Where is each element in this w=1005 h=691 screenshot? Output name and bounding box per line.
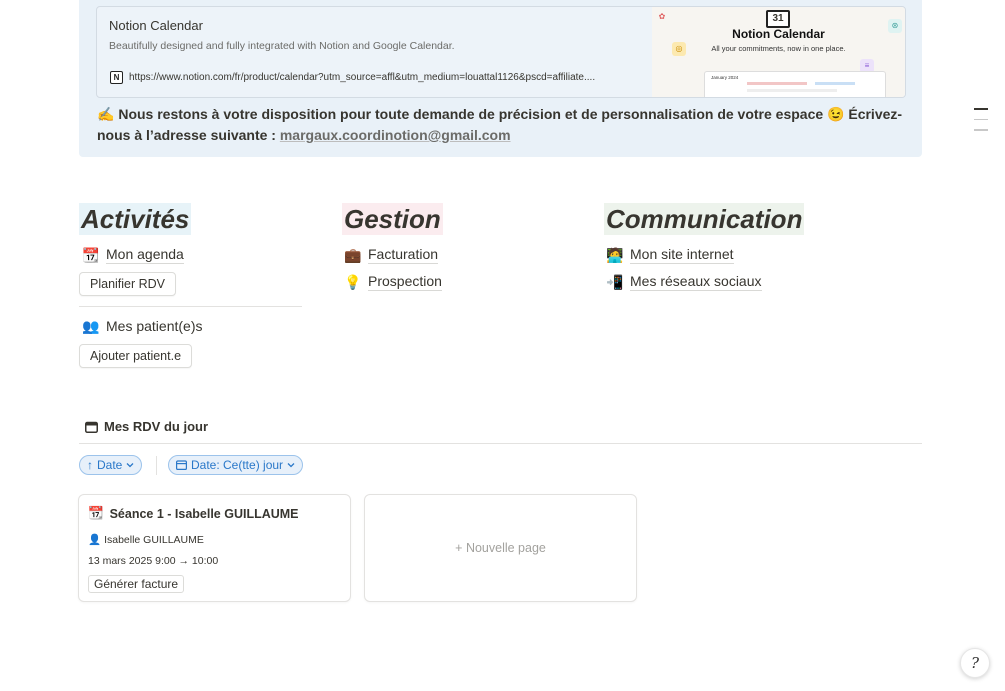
chip-separator bbox=[156, 456, 157, 475]
calendar-icon bbox=[176, 460, 187, 470]
new-page-label: Nouvelle page bbox=[465, 541, 546, 555]
calendar-view-icon bbox=[85, 421, 98, 433]
database-title[interactable]: Mes RDV du jour bbox=[85, 419, 208, 434]
bookmark-url: https://www.notion.com/fr/product/calend… bbox=[129, 72, 596, 83]
link-mon-agenda[interactable]: 📆 Mon agenda bbox=[82, 246, 184, 264]
heading-communication: Communication bbox=[604, 203, 805, 235]
link-mon-site-internet[interactable]: 🧑‍💻 Mon site internet bbox=[606, 246, 734, 264]
briefcase-icon: 💼 bbox=[344, 246, 362, 263]
chevron-down-icon bbox=[126, 463, 134, 468]
bookmark-description: Beautifully designed and fully integrate… bbox=[109, 40, 455, 52]
ajouter-patient-button[interactable]: Ajouter patient.e bbox=[79, 344, 193, 368]
callout-message: ✍️ Nous restons à votre disposition pour… bbox=[97, 104, 907, 146]
link-mon-site-internet-label: Mon site internet bbox=[630, 246, 734, 264]
thumb-app-screenshot: January 2024 bbox=[704, 71, 886, 97]
lightbulb-icon: 💡 bbox=[344, 273, 362, 290]
link-mes-reseaux-sociaux-label: Mes réseaux sociaux bbox=[630, 273, 762, 291]
link-mes-reseaux-sociaux[interactable]: 📲 Mes réseaux sociaux bbox=[606, 273, 762, 291]
chevron-down-icon bbox=[287, 463, 295, 468]
thumb-screen-bar bbox=[815, 82, 855, 85]
bookmark-title: Notion Calendar bbox=[109, 18, 203, 33]
link-mon-agenda-label: Mon agenda bbox=[106, 246, 184, 264]
technologist-icon: 🧑‍💻 bbox=[606, 246, 624, 263]
sort-date-label: Date bbox=[97, 458, 123, 472]
link-prospection-label: Prospection bbox=[368, 273, 442, 291]
new-page-card[interactable]: + Nouvelle page bbox=[364, 494, 637, 602]
toc-line bbox=[974, 129, 988, 131]
link-facturation-label: Facturation bbox=[368, 246, 439, 264]
new-page-button[interactable]: + Nouvelle page bbox=[365, 541, 636, 555]
notion-logo-icon: N bbox=[110, 71, 123, 84]
toc-line bbox=[974, 118, 988, 120]
link-prospection[interactable]: 💡 Prospection bbox=[344, 273, 442, 291]
database-divider bbox=[79, 443, 922, 444]
thumb-calendar-icon: 31 bbox=[766, 10, 790, 28]
generer-facture-button[interactable]: Générer facture bbox=[88, 575, 185, 593]
toc-line bbox=[974, 108, 988, 110]
calendar-icon: 📆 bbox=[82, 246, 100, 263]
mobile-phone-icon: 📲 bbox=[606, 273, 624, 290]
bookmark-url-row: N https://www.notion.com/fr/product/cale… bbox=[110, 71, 640, 84]
writing-hand-icon: ✍️ bbox=[97, 106, 115, 122]
database-title-label: Mes RDV du jour bbox=[104, 419, 209, 434]
thumb-screen-month: January 2024 bbox=[711, 75, 739, 80]
filter-date-chip[interactable]: Date: Ce(tte) jour bbox=[168, 455, 304, 475]
arrow-up-icon: ↑ bbox=[87, 458, 93, 472]
heading-activites: Activités bbox=[79, 203, 192, 235]
card-person-label: Isabelle GUILLAUME bbox=[104, 533, 204, 546]
thumb-screen-bar bbox=[747, 89, 837, 92]
sort-date-chip[interactable]: ↑ Date bbox=[79, 455, 143, 475]
thumb-title: Notion Calendar bbox=[732, 27, 825, 41]
filter-date-label: Date: Ce(tte) jour bbox=[191, 458, 284, 472]
plus-icon: + bbox=[455, 541, 463, 555]
contact-email-link[interactable]: margaux.coordinotion@gmail.com bbox=[280, 127, 511, 143]
person-icon: 👤 bbox=[88, 534, 102, 546]
card-title-label: Séance 1 - Isabelle GUILLAUME bbox=[109, 506, 299, 521]
link-mes-patients-label: Mes patient(e)s bbox=[106, 318, 203, 334]
thumb-bug-icon: ✿ bbox=[658, 12, 666, 21]
card-date: 13 mars 2025 9:00 → 10:00 bbox=[88, 555, 219, 567]
thumb-subtitle: All your commitments, now in one place. bbox=[711, 44, 846, 53]
notion-calendar-bookmark[interactable]: Notion Calendar Beautifully designed and… bbox=[96, 6, 906, 98]
table-of-contents-indicator[interactable] bbox=[974, 108, 988, 140]
divider bbox=[79, 306, 302, 307]
people-icon: 👥 bbox=[82, 318, 100, 334]
card-person: 👤 Isabelle GUILLAUME bbox=[88, 533, 204, 547]
planifier-rdv-button[interactable]: Planifier RDV bbox=[79, 272, 177, 296]
appointment-card[interactable]: 📆 Séance 1 - Isabelle GUILLAUME 👤 Isabel… bbox=[78, 494, 351, 602]
calendar-icon: 📆 bbox=[88, 506, 104, 520]
bookmark-thumbnail: ✿ ◎ ⊛ ≡ 31 Notion Calendar All your comm… bbox=[652, 7, 905, 97]
card-title: 📆 Séance 1 - Isabelle GUILLAUME bbox=[88, 506, 299, 521]
link-facturation[interactable]: 💼 Facturation bbox=[344, 246, 439, 264]
help-button[interactable]: ? bbox=[960, 648, 990, 678]
thumb-screen-bar bbox=[747, 82, 807, 85]
heading-gestion: Gestion bbox=[342, 203, 443, 235]
link-mes-patients[interactable]: 👥 Mes patient(e)s bbox=[82, 318, 202, 335]
